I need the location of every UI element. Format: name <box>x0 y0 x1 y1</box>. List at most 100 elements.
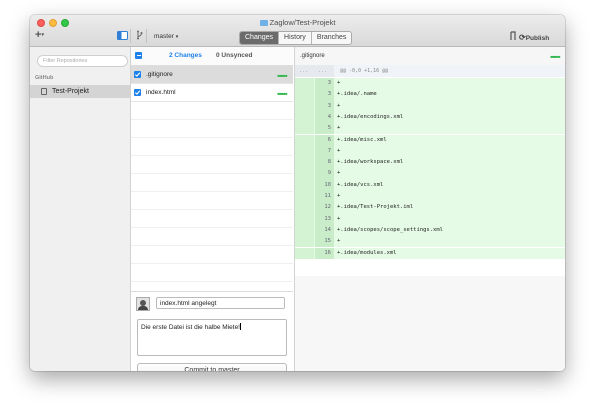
tab-branches[interactable]: Branches <box>312 32 352 44</box>
tab-changes[interactable]: Changes <box>240 32 280 44</box>
diff-line: 6 +.idea/misc.xml <box>295 134 565 146</box>
branch-button[interactable] <box>136 30 143 42</box>
line-number: 8 <box>315 157 334 169</box>
empty-list-row <box>131 228 293 246</box>
empty-list-row <box>131 174 293 192</box>
file-checkbox[interactable] <box>134 71 141 78</box>
toggle-sidebar-button[interactable] <box>117 31 128 42</box>
line-number: 4 <box>315 111 334 124</box>
empty-list-row <box>131 102 293 120</box>
old-line-gutter <box>295 202 314 214</box>
line-content: + <box>337 125 341 132</box>
old-line-gutter <box>295 89 314 101</box>
line-content: +.idea/scopes/scope_settings.xml <box>337 226 443 233</box>
old-line-gutter <box>295 236 314 248</box>
line-content: +.idea/workspace.xml <box>337 159 404 166</box>
diff-panel: .gitignore ■■■■■ ... ... @@ -0,0 +1,16 @… <box>294 47 565 371</box>
line-number: 11 <box>315 191 334 203</box>
empty-list-row <box>131 192 293 210</box>
commit-summary-input[interactable]: index.html angelegt <box>156 297 285 309</box>
avatar-shoulders-shape <box>138 306 148 310</box>
diff-stat: ■■■■■ <box>277 91 287 96</box>
old-line-gutter <box>295 134 314 146</box>
line-content: + <box>337 80 341 86</box>
commit-button[interactable]: Commit to master <box>137 363 287 371</box>
branch-selector[interactable]: master ▾ <box>154 33 178 40</box>
diff-empty-area <box>295 276 565 371</box>
diff-line: 12 +.idea/Test-Projekt.iml <box>295 202 565 214</box>
empty-list-row <box>131 156 293 174</box>
diff-line: 10 +.idea/vcs.xml <box>295 179 565 191</box>
diff-line: 3 + <box>295 100 565 112</box>
pull-request-button[interactable] <box>509 31 517 43</box>
empty-list-row <box>131 210 293 228</box>
diff-file-name: .gitignore <box>300 53 325 59</box>
line-number: 3 <box>315 100 334 112</box>
line-content: +.idea/vcs.xml <box>337 181 384 188</box>
select-all-checkbox[interactable] <box>135 52 142 59</box>
diff-line: 9 + <box>295 168 565 180</box>
old-line-gutter <box>295 111 314 124</box>
line-content: + <box>337 147 341 154</box>
old-line-gutter <box>295 145 314 158</box>
line-number: 14 <box>315 224 334 237</box>
diff-line: 5 + <box>295 123 565 135</box>
line-content: + <box>337 193 341 199</box>
chevron-down-icon: ▾ <box>41 32 44 38</box>
line-number: 7 <box>315 145 334 158</box>
commit-description-input[interactable]: Die erste Datei ist die halbe Miete! <box>137 319 287 356</box>
add-button[interactable]: +▾ <box>35 29 44 41</box>
diff-header: .gitignore ■■■■■ <box>295 47 565 66</box>
file-checkbox[interactable] <box>134 89 141 96</box>
diff-line: 4 +.idea/encodings.xml <box>295 111 565 124</box>
commit-area: index.html angelegt Die erste Datei ist … <box>131 291 293 371</box>
sidebar-icon <box>117 31 128 40</box>
branch-icon <box>137 30 143 40</box>
pull-request-icon <box>510 31 516 40</box>
tab-changes-count[interactable]: 2 Changes <box>169 52 202 59</box>
line-content: +.idea/.name <box>337 91 377 98</box>
filter-repositories-input[interactable]: Filter Repositories <box>37 55 128 67</box>
line-content: +.idea/modules.xml <box>337 249 397 256</box>
hunk-header-row: ... ... @@ -0,0 +1,16 @@ <box>295 65 565 77</box>
tab-unsynced-count[interactable]: 0 Unsynced <box>216 52 253 59</box>
toolbar-divider <box>130 29 131 43</box>
diff-line: 3 +.idea/.name <box>295 89 565 101</box>
file-name: .gitignore <box>146 71 173 78</box>
check-icon <box>134 72 141 77</box>
line-number: 3 <box>315 78 334 90</box>
line-number: 15 <box>315 236 334 248</box>
diff-stat: ■■■■■ <box>550 54 560 59</box>
diff-line: 15 + <box>295 236 565 248</box>
hunk-header: @@ -0,0 +1,16 @@ <box>340 68 389 74</box>
old-line-gutter <box>295 100 314 112</box>
old-line-gutter <box>295 224 314 237</box>
line-content: + <box>337 238 341 245</box>
repo-label: Test-Projekt <box>52 88 89 95</box>
diff-line: 14 +.idea/scopes/scope_settings.xml <box>295 224 565 237</box>
file-row[interactable]: .gitignore ■■■■■ <box>131 66 293 84</box>
old-line-gutter <box>295 168 314 180</box>
tab-history[interactable]: History <box>279 32 312 44</box>
sync-icon: ⟳ <box>519 33 526 42</box>
title-bar: Zaglow/Test-Projekt +▾ master ▾ Changes … <box>30 15 565 47</box>
line-content: +.idea/Test-Projekt.iml <box>337 204 414 211</box>
changes-panel: 2 Changes 0 Unsynced .gitignore ■■■■■ in… <box>131 47 293 371</box>
changes-tabs: 2 Changes 0 Unsynced <box>131 47 293 66</box>
line-number: 12 <box>315 202 334 214</box>
line-number: 6 <box>315 134 334 146</box>
publish-button[interactable]: ⟳Publish <box>519 33 549 42</box>
repository-icon <box>41 88 47 95</box>
diff-line: 16 +.idea/modules.xml <box>295 247 565 259</box>
diff-line: 13 + <box>295 213 565 225</box>
text-caret <box>240 323 241 330</box>
diff-line: 3 + <box>295 78 565 90</box>
file-row[interactable]: index.html ■■■■■ <box>131 84 293 102</box>
old-line-gutter <box>295 179 314 191</box>
sidebar-item-test-projekt[interactable]: Test-Projekt <box>30 85 130 98</box>
toolbar-divider <box>146 29 147 43</box>
line-content: +.idea/encodings.xml <box>337 113 404 120</box>
line-number: 9 <box>315 168 334 180</box>
diff-line: 11 + <box>295 191 565 203</box>
empty-list-row <box>131 138 293 156</box>
